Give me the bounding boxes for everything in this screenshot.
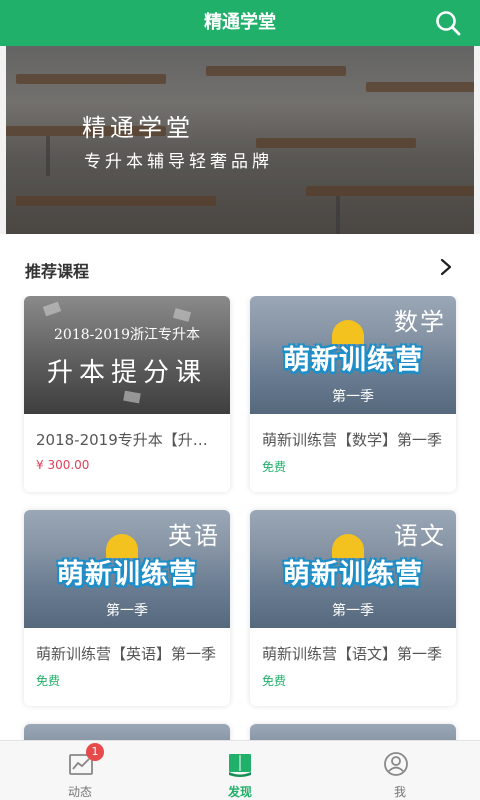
thumbnail-season: 第一季	[332, 389, 374, 405]
tab-dynamics[interactable]: 1 动态	[0, 741, 160, 800]
banner[interactable]: 精通学堂 专升本辅导轻奢品牌	[6, 46, 474, 234]
tab-me[interactable]: 我	[320, 741, 480, 800]
course-name: 萌新训练营【英语】第一季	[36, 645, 217, 663]
course-card[interactable]: 2018-2019浙江专升本 升本提分课 2018-2019专升本【升本提分课】…	[24, 296, 230, 492]
thumbnail-subject: 英语	[168, 522, 220, 550]
course-price: 免费	[262, 460, 287, 474]
banner-subtitle: 专升本辅导轻奢品牌	[84, 152, 273, 172]
thumbnail-headline: 萌新训练营	[283, 559, 423, 590]
book-decoration	[172, 308, 192, 322]
bottom-tab-bar: 1 动态 发现 我	[0, 740, 480, 800]
thumbnail-caption: 2018-2019浙江专升本	[54, 327, 200, 343]
recommended-courses-header[interactable]: 推荐课程	[0, 234, 480, 296]
section-title: 推荐课程	[25, 262, 90, 281]
tab-label: 我	[393, 785, 406, 799]
banner-title: 精通学堂	[82, 114, 194, 142]
tab-discover[interactable]: 发现	[160, 741, 320, 800]
book-decoration	[42, 301, 62, 317]
course-card[interactable]: 英语 萌新训练营 第一季 萌新训练营【英语】第一季 免费	[24, 510, 230, 706]
course-thumbnail	[250, 724, 456, 740]
thumbnail-headline: 萌新训练营	[283, 345, 423, 376]
course-price: ¥ 300.00	[36, 458, 90, 472]
course-list: 2018-2019浙江专升本 升本提分课 2018-2019专升本【升本提分课】…	[0, 296, 480, 740]
chevron-right-icon[interactable]	[440, 258, 452, 276]
course-card-partial[interactable]	[24, 724, 230, 740]
course-thumbnail: 数学 萌新训练营 第一季	[250, 296, 456, 414]
tab-label: 发现	[227, 785, 252, 799]
course-card-partial[interactable]	[250, 724, 456, 740]
thumbnail-subject: 语文	[394, 522, 446, 550]
thumbnail-season: 第一季	[332, 603, 374, 619]
book-icon	[229, 754, 251, 777]
course-name: 萌新训练营【数学】第一季	[262, 431, 443, 449]
notification-badge: 1	[86, 743, 104, 761]
course-card[interactable]: 数学 萌新训练营 第一季 萌新训练营【数学】第一季 免费	[250, 296, 456, 492]
thumbnail-subject: 数学	[394, 308, 446, 336]
course-name: 2018-2019专升本【升本提分课】	[36, 431, 222, 449]
search-icon[interactable]	[434, 9, 462, 37]
course-thumbnail: 语文 萌新训练营 第一季	[250, 510, 456, 628]
book-decoration	[123, 390, 141, 404]
course-card[interactable]: 语文 萌新训练营 第一季 萌新训练营【语文】第一季 免费	[250, 510, 456, 706]
tab-label: 动态	[67, 785, 92, 799]
user-icon	[384, 752, 408, 776]
page-title: 精通学堂	[204, 12, 276, 33]
course-price: 免费	[36, 674, 61, 688]
course-thumbnail	[24, 724, 230, 740]
thumbnail-headline: 萌新训练营	[57, 559, 197, 590]
course-thumbnail: 英语 萌新训练营 第一季	[24, 510, 230, 628]
banner-overlay	[6, 46, 474, 234]
thumbnail-season: 第一季	[106, 603, 148, 619]
course-name: 萌新训练营【语文】第一季	[262, 645, 443, 663]
thumbnail-headline: 升本提分课	[46, 358, 207, 388]
course-thumbnail: 2018-2019浙江专升本 升本提分课	[24, 296, 230, 414]
app-header: 精通学堂	[0, 0, 480, 46]
course-price: 免费	[262, 674, 287, 688]
